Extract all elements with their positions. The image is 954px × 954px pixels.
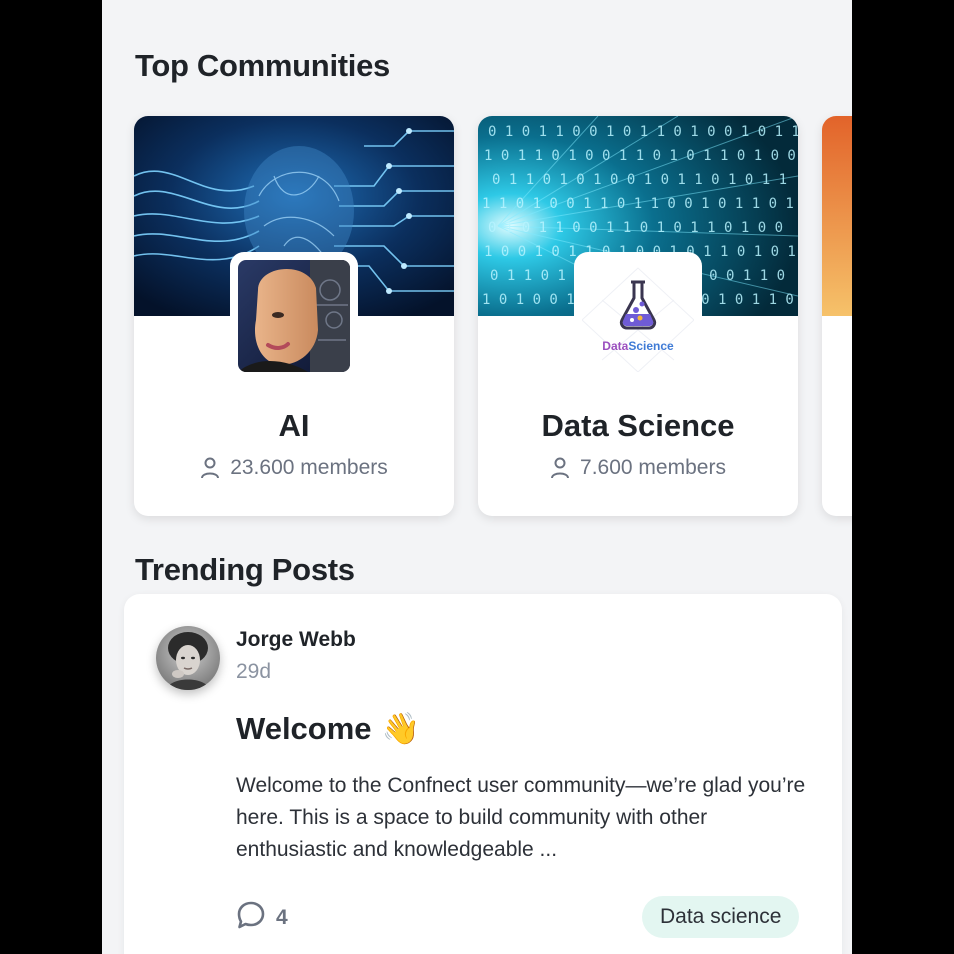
- community-members-count: 7.600 members: [580, 456, 726, 479]
- community-members: 23.600 members: [134, 456, 454, 480]
- comment-icon: [236, 900, 266, 936]
- svg-text:0 1 1 0 1 0 1 0 0 1 0 1 1 0 1: 0 1 1 0 1 0 1 0 0 1 0 1 1 0 1 0 1 1: [492, 172, 787, 188]
- svg-text:DataScience: DataScience: [602, 339, 674, 353]
- wave-emoji: 👋: [381, 711, 421, 746]
- post-title-text: Welcome: [236, 710, 372, 746]
- comments-button[interactable]: 4: [236, 900, 288, 936]
- user-icon: [200, 457, 220, 479]
- community-card-partial[interactable]: [822, 116, 852, 516]
- community-members-count: 23.600 members: [230, 456, 388, 479]
- logo-text-science: Science: [628, 339, 674, 353]
- data-science-logo: DataScience: [582, 260, 694, 372]
- post-author-name[interactable]: Jorge Webb: [236, 628, 356, 652]
- svg-text:1 0 1 1 0 1 0 0 1 1 0 1 0 1 1: 1 0 1 1 0 1 0 0 1 1 0 1 0 1 1 0 1 0 0: [484, 148, 796, 164]
- post-card[interactable]: Jorge Webb 29d Welcome 👋 Welcome to the …: [124, 594, 842, 954]
- post-timestamp: 29d: [236, 660, 272, 683]
- community-avatar-data-science: DataScience: [574, 252, 702, 380]
- community-avatar-ai: [230, 252, 358, 380]
- svg-text:0 1 0 1 1 0 0 1 0 1 1 0 1 0 0: 0 1 0 1 1 0 0 1 0 1 1 0 1 0 0 1 0 1 1 0: [488, 124, 798, 140]
- logo-text-data: Data: [602, 339, 628, 353]
- app-screen: Top Communities AI 23.600 members 0 1 0 …: [102, 0, 852, 954]
- author-avatar[interactable]: [156, 626, 220, 690]
- community-card-ai[interactable]: AI 23.600 members: [134, 116, 454, 516]
- community-name: Data Science: [541, 408, 735, 443]
- section-title-top-communities: Top Communities: [135, 48, 390, 83]
- comment-count: 4: [276, 906, 288, 929]
- svg-text:0 1 0 1 1 0 0 1 1 0 1 0 1 1 0: 0 1 0 1 1 0 0 1 1 0 1 0 1 1 0 1 0 0: [488, 220, 783, 236]
- community-members: 7.600 members: [478, 456, 798, 480]
- post-tag[interactable]: Data science: [642, 896, 800, 938]
- section-title-trending-posts: Trending Posts: [135, 552, 355, 587]
- community-card-data-science[interactable]: 0 1 0 1 1 0 0 1 0 1 1 0 1 0 0 1 0 1 1 0 …: [478, 116, 798, 516]
- community-name: AI: [278, 408, 310, 443]
- post-title[interactable]: Welcome 👋: [236, 710, 420, 747]
- user-icon: [550, 457, 570, 479]
- community-banner-partial: [822, 116, 852, 316]
- svg-text:1 1 0 1 0 0 1 1 0 1 1 0 0 1 0: 1 1 0 1 0 0 1 1 0 1 1 0 0 1 0 1 1 0 1: [482, 196, 794, 212]
- post-excerpt: Welcome to the Confnect user community—w…: [236, 774, 806, 861]
